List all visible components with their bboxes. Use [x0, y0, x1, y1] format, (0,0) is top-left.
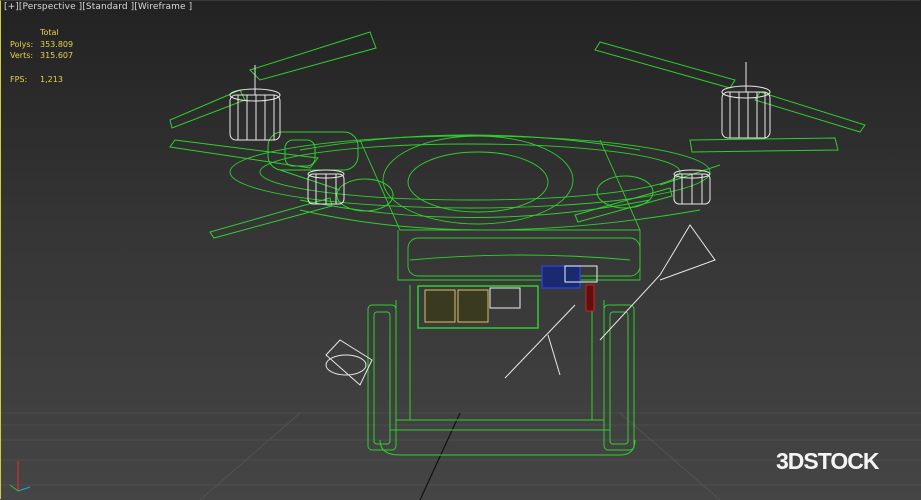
- motor-back-right: [673, 169, 711, 205]
- fps-label: FPS:: [10, 74, 28, 84]
- verts-label: Verts:: [10, 51, 34, 60]
- stats-panel: Total Polys: 353.809 Verts: 315.607 FPS:…: [10, 27, 73, 85]
- viewport-menu-button[interactable]: [+]: [4, 2, 19, 12]
- stats-header: Total: [40, 28, 59, 37]
- polys-label: Polys:: [10, 39, 34, 49]
- electronics: [417, 265, 598, 329]
- viewport[interactable]: [+][Perspective ][Standard ][Wireframe ]…: [0, 0, 921, 500]
- polys-value: 353.809: [40, 39, 74, 49]
- verts-value: 315.607: [40, 51, 74, 60]
- viewport-label: [+][Perspective ][Standard ][Wireframe ]: [4, 2, 192, 12]
- shading-menu[interactable]: [Standard ]: [82, 2, 134, 12]
- view-type-menu[interactable]: [Perspective ]: [19, 2, 82, 12]
- drone-body: [229, 134, 711, 281]
- watermark-logo: 3DSTOCK: [776, 448, 879, 474]
- motors: [229, 62, 771, 205]
- landing-gear: [367, 285, 636, 456]
- axis-gizmo-icon: [9, 461, 31, 492]
- wireframe-scene[interactable]: [0, 0, 921, 500]
- motor-front-right: [721, 62, 771, 139]
- fps-value: 1,213: [40, 74, 63, 84]
- display-mode-menu[interactable]: [Wireframe ]: [134, 2, 192, 12]
